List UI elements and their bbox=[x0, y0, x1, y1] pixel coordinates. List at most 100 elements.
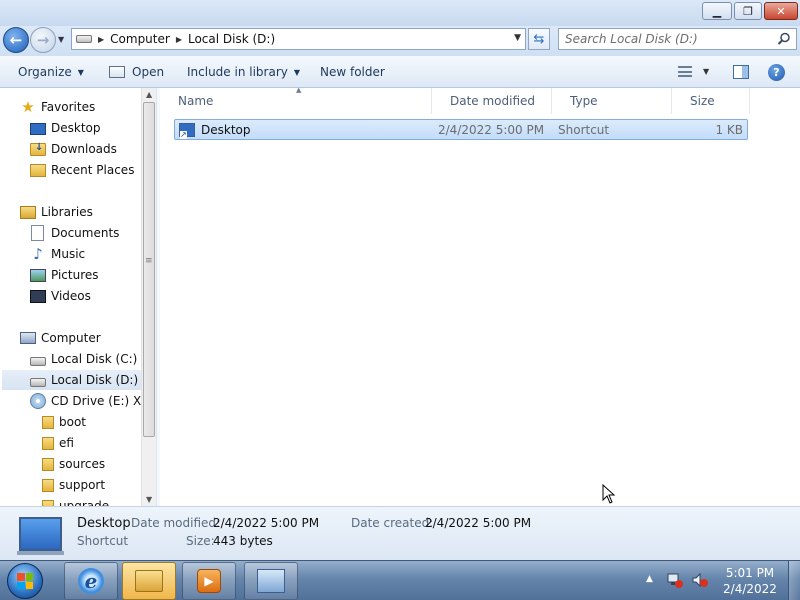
nav-item-label: boot bbox=[59, 415, 87, 429]
chevron-right-icon[interactable]: ▶ bbox=[98, 35, 104, 44]
nav-folder-support[interactable]: support bbox=[42, 475, 105, 495]
nav-item-label: Local Disk (D:) bbox=[51, 373, 139, 387]
search-box[interactable] bbox=[558, 28, 797, 50]
command-bar: Organize ▼ Open Include in library ▼ New f… bbox=[0, 56, 800, 88]
nav-item-recent-places[interactable]: Recent Places bbox=[30, 160, 134, 180]
nav-scrollbar[interactable]: ▲ ≡ ▼ bbox=[141, 88, 156, 506]
open-button[interactable]: Open bbox=[109, 65, 164, 79]
details-size: 443 bytes bbox=[213, 534, 273, 548]
file-name-cell: Desktop bbox=[179, 123, 251, 139]
file-size: 1 KB bbox=[715, 123, 743, 137]
nav-item-desktop[interactable]: Desktop bbox=[30, 118, 101, 138]
details-size-label: Size: bbox=[186, 534, 215, 548]
scroll-down-icon[interactable]: ▼ bbox=[146, 495, 152, 504]
maximize-button[interactable]: ❐ bbox=[734, 2, 762, 20]
system-clock[interactable]: 5:01 PM 2/4/2022 bbox=[716, 565, 784, 597]
nav-folder-boot[interactable]: boot bbox=[42, 412, 86, 432]
minimize-button[interactable]: ▁ bbox=[702, 2, 732, 20]
clock-date: 2/4/2022 bbox=[723, 582, 777, 596]
recent-pages-dropdown[interactable]: ▼ bbox=[58, 35, 64, 44]
back-arrow-icon: ← bbox=[9, 31, 23, 49]
desktop-icon bbox=[30, 123, 46, 135]
column-header-type[interactable]: Type bbox=[552, 88, 672, 114]
view-options-dropdown-icon[interactable]: ▼ bbox=[703, 67, 709, 76]
scrollbar-thumb[interactable] bbox=[143, 102, 155, 437]
file-row[interactable]: Desktop 2/4/2022 5:00 PM Shortcut 1 KB bbox=[174, 119, 748, 140]
taskbar-windows-explorer[interactable] bbox=[122, 562, 176, 600]
change-view-icon[interactable] bbox=[678, 66, 692, 77]
new-folder-button[interactable]: New folder bbox=[320, 65, 385, 79]
preview-pane-icon[interactable] bbox=[733, 65, 749, 79]
nav-item-label: sources bbox=[59, 457, 106, 471]
nav-item-music[interactable]: ♪ Music bbox=[30, 244, 85, 264]
nav-favorites-label: Favorites bbox=[41, 100, 96, 114]
back-button[interactable]: ← bbox=[3, 27, 29, 53]
address-bar[interactable]: ▶ Computer ▶ Local Disk (D:) ▼ bbox=[71, 28, 526, 50]
help-icon[interactable]: ? bbox=[768, 64, 785, 81]
libraries-icon bbox=[20, 205, 36, 219]
nav-item-label: Music bbox=[51, 247, 86, 261]
nav-favorites[interactable]: ★ Favorites bbox=[20, 97, 95, 117]
taskbar-internet-explorer[interactable]: e bbox=[64, 562, 118, 600]
folder-icon bbox=[42, 457, 54, 471]
file-date-modified: 2/4/2022 5:00 PM bbox=[438, 123, 545, 137]
nav-folder-upgrade[interactable]: upgrade bbox=[42, 496, 109, 506]
column-header-label: Type bbox=[570, 94, 598, 108]
include-in-library-button[interactable]: Include in library ▼ bbox=[187, 65, 300, 79]
details-type: Shortcut bbox=[77, 534, 129, 548]
videos-icon bbox=[30, 289, 46, 303]
column-header-size[interactable]: Size bbox=[672, 88, 750, 114]
sort-ascending-icon: ▲ bbox=[296, 86, 302, 94]
navigation-pane: ★ Favorites Desktop Downloads Recent Pla… bbox=[0, 88, 156, 506]
media-player-icon: ▶ bbox=[197, 569, 221, 593]
downloads-folder-icon bbox=[30, 142, 46, 156]
taskbar-media-player[interactable]: ▶ bbox=[182, 562, 236, 600]
close-button[interactable]: ✕ bbox=[764, 2, 798, 20]
address-dropdown-icon[interactable]: ▼ bbox=[514, 33, 521, 43]
mouse-cursor-icon bbox=[602, 484, 616, 504]
volume-muted-icon[interactable] bbox=[692, 572, 708, 588]
nav-item-local-disk-d[interactable]: Local Disk (D:) bbox=[2, 370, 141, 390]
details-name: Desktop bbox=[77, 516, 131, 531]
nav-item-local-disk-c[interactable]: Local Disk (C:) bbox=[30, 349, 137, 369]
file-name: Desktop bbox=[201, 123, 251, 137]
nav-item-label: efi bbox=[59, 436, 74, 450]
new-folder-label: New folder bbox=[320, 65, 385, 79]
nav-item-label: Pictures bbox=[51, 268, 99, 282]
show-hidden-icons-icon[interactable]: ▲ bbox=[646, 574, 653, 584]
chevron-right-icon[interactable]: ▶ bbox=[176, 35, 182, 44]
nav-folder-efi[interactable]: efi bbox=[42, 433, 74, 453]
windows-explorer-icon bbox=[135, 570, 163, 592]
refresh-icon: ⇆ bbox=[533, 31, 545, 47]
chevron-down-icon: ▼ bbox=[293, 67, 301, 77]
refresh-button[interactable]: ⇆ bbox=[528, 28, 550, 50]
nav-item-cd-drive-e[interactable]: CD Drive (E:) X17 bbox=[30, 391, 156, 411]
search-icon[interactable] bbox=[777, 32, 791, 46]
search-input[interactable] bbox=[559, 29, 769, 49]
nav-libraries[interactable]: Libraries bbox=[20, 202, 93, 222]
nav-item-downloads[interactable]: Downloads bbox=[30, 139, 117, 159]
nav-item-documents[interactable]: Documents bbox=[30, 223, 119, 243]
start-button[interactable] bbox=[7, 563, 43, 599]
breadcrumb-local-disk-d[interactable]: Local Disk (D:) bbox=[188, 32, 275, 46]
address-row: ← → ▼ ▶ Computer ▶ Local Disk (D:) ▼ ⇆ bbox=[0, 26, 800, 56]
organize-button[interactable]: Organize ▼ bbox=[18, 65, 84, 79]
shortcut-thumbnail-icon bbox=[17, 517, 64, 555]
details-date-modified-label: Date modified: bbox=[131, 516, 221, 530]
column-header-name[interactable]: Name ▲ bbox=[160, 86, 432, 114]
nav-item-pictures[interactable]: Pictures bbox=[30, 265, 99, 285]
details-date-modified: 2/4/2022 5:00 PM bbox=[213, 516, 320, 530]
music-note-icon: ♪ bbox=[33, 245, 43, 263]
nav-item-videos[interactable]: Videos bbox=[30, 286, 91, 306]
taskbar-network-app[interactable] bbox=[244, 562, 298, 600]
network-warning-icon[interactable] bbox=[667, 572, 683, 588]
nav-computer[interactable]: Computer bbox=[20, 328, 101, 348]
details-date-created: 2/4/2022 5:00 PM bbox=[425, 516, 532, 530]
forward-button[interactable]: → bbox=[30, 27, 56, 53]
column-header-date-modified[interactable]: Date modified bbox=[432, 88, 552, 114]
scroll-up-icon[interactable]: ▲ bbox=[146, 90, 152, 99]
breadcrumb-computer[interactable]: Computer bbox=[110, 32, 170, 46]
computer-icon bbox=[20, 332, 36, 344]
nav-folder-sources[interactable]: sources bbox=[42, 454, 105, 474]
show-desktop-button[interactable] bbox=[788, 561, 800, 600]
